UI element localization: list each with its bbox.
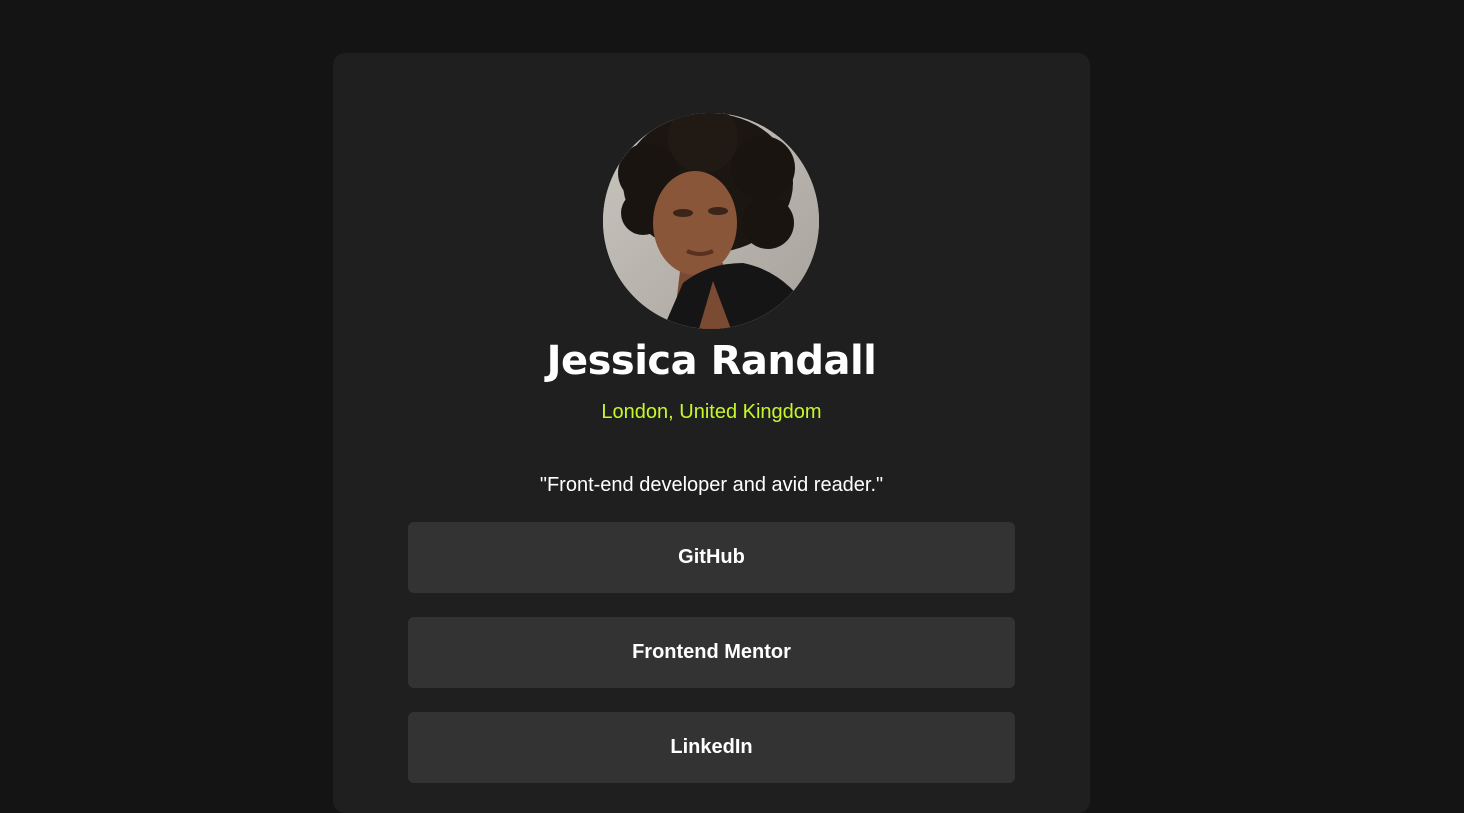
frontend-mentor-link-button[interactable]: Frontend Mentor <box>408 617 1015 688</box>
profile-location: London, United Kingdom <box>601 401 822 423</box>
avatar-image <box>603 113 819 329</box>
profile-bio: "Front-end developer and avid reader." <box>539 474 884 496</box>
linkedin-link-button[interactable]: LinkedIn <box>408 712 1015 783</box>
avatar <box>603 113 819 329</box>
github-link-button[interactable]: GitHub <box>408 522 1015 593</box>
profile-name: Jessica Randall <box>546 338 877 384</box>
social-links: GitHub Frontend Mentor LinkedIn <box>408 522 1015 807</box>
profile-card: Jessica Randall London, United Kingdom "… <box>333 53 1090 813</box>
